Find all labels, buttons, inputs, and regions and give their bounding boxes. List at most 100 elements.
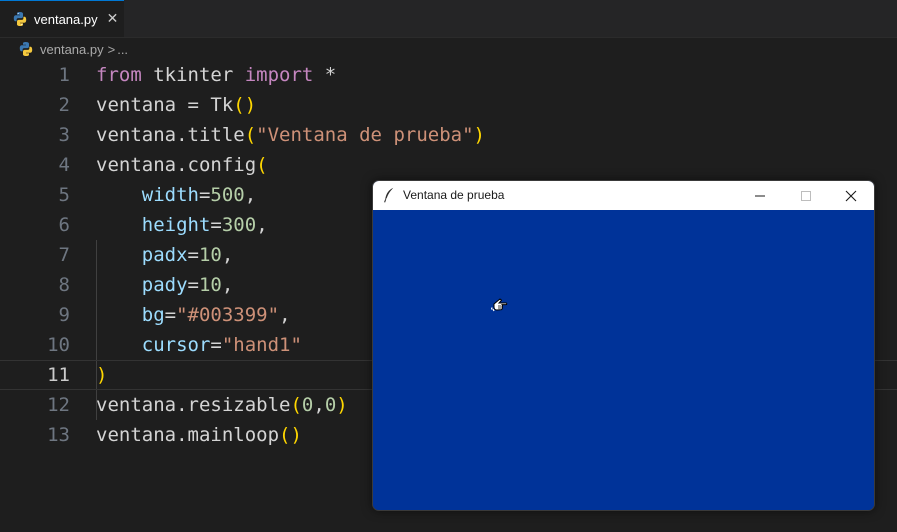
code-text: ventana.title("Ventana de prueba")	[96, 120, 485, 150]
code-token: =	[187, 244, 199, 266]
code-token: ventana.mainloop	[96, 424, 280, 446]
code-token: from	[96, 64, 142, 86]
code-text: bg="#003399",	[96, 300, 291, 330]
code-token: cursor	[141, 334, 211, 356]
code-text: height=300,	[96, 210, 268, 240]
code-token: import	[244, 64, 314, 86]
line-number: 1	[58, 64, 70, 86]
code-token: "#003399"	[176, 304, 280, 326]
line-number: 12	[47, 394, 70, 416]
code-token: =	[187, 274, 199, 296]
line-number: 6	[58, 214, 70, 236]
code-token: 10	[198, 274, 222, 296]
close-button[interactable]	[828, 181, 874, 210]
code-token: 10	[198, 244, 222, 266]
code-text: from tkinter import *	[96, 60, 336, 90]
tk-window[interactable]: Ventana de prueba	[372, 180, 875, 511]
hand-pointer-icon	[490, 296, 511, 318]
line-number: 10	[47, 334, 70, 356]
feather-icon	[383, 187, 395, 207]
code-line[interactable]: 4 ventana.config(	[0, 150, 897, 180]
code-token: width	[141, 184, 199, 206]
minimize-button[interactable]	[737, 181, 783, 210]
code-token: ventana = Tk	[96, 94, 234, 116]
line-number: 7	[58, 244, 70, 266]
tk-window-title: Ventana de prueba	[403, 188, 505, 202]
code-token: 300	[221, 214, 257, 236]
close-tab-icon[interactable]: ✕	[107, 11, 119, 27]
code-token: tkinter	[141, 64, 245, 86]
code-token: (	[290, 394, 302, 416]
code-token: ()	[233, 94, 257, 116]
code-token: ,	[221, 244, 234, 266]
maximize-button[interactable]	[783, 181, 829, 210]
code-token: =	[164, 304, 177, 326]
code-token: ,	[244, 184, 257, 206]
breadcrumb-separator: >	[107, 41, 116, 57]
code-token: bg	[141, 304, 165, 326]
code-token: "Ventana de prueba"	[256, 124, 474, 146]
breadcrumb: ventana.py > ...	[18, 38, 128, 60]
code-token: ventana.config	[96, 154, 257, 176]
code-token: ,	[256, 214, 268, 236]
breadcrumb-more[interactable]: ...	[117, 42, 128, 57]
code-token: *	[313, 64, 337, 86]
code-text: ventana.resizable(0,0)	[96, 390, 348, 420]
breadcrumb-file[interactable]: ventana.py	[40, 42, 104, 57]
code-token: 0	[301, 394, 314, 416]
code-text: ventana = Tk()	[96, 90, 256, 120]
code-token: (	[256, 154, 268, 176]
code-token: =	[198, 184, 211, 206]
code-token: )	[336, 394, 348, 416]
editor-tab-bar: ventana.py ✕	[0, 0, 897, 38]
code-token: 0	[324, 394, 337, 416]
code-token: padx	[141, 244, 188, 266]
tk-titlebar[interactable]: Ventana de prueba	[373, 181, 874, 210]
line-number: 9	[58, 304, 70, 326]
tab-label: ventana.py	[34, 11, 98, 27]
code-token: ,	[313, 394, 325, 416]
maximize-icon	[801, 190, 811, 201]
code-text: width=500,	[96, 180, 256, 210]
line-number: 5	[58, 184, 70, 206]
code-token: ,	[221, 274, 234, 296]
tab-ventana-py[interactable]: ventana.py ✕	[0, 0, 124, 37]
code-line[interactable]: 1 from tkinter import *	[0, 60, 897, 90]
python-icon	[12, 11, 28, 27]
code-text: )	[96, 361, 107, 389]
code-token: height	[141, 214, 211, 236]
line-number: 8	[58, 274, 70, 296]
minimize-icon	[755, 195, 765, 196]
code-token: =	[210, 334, 222, 356]
code-token: ,	[279, 304, 291, 326]
code-text: padx=10,	[96, 240, 234, 270]
code-token: ventana.resizable	[96, 394, 291, 416]
line-number: 13	[47, 424, 70, 446]
python-icon	[18, 41, 34, 57]
code-line[interactable]: 3 ventana.title("Ventana de prueba")	[0, 120, 897, 150]
code-token: "hand1"	[221, 334, 302, 356]
line-number: 2	[58, 94, 70, 116]
code-text: pady=10,	[96, 270, 234, 300]
code-token: (	[244, 124, 257, 146]
code-text: ventana.config(	[96, 150, 268, 180]
line-number: 11	[47, 364, 70, 386]
code-token: ()	[279, 424, 302, 446]
code-token: )	[473, 124, 485, 146]
code-text: ventana.mainloop()	[96, 420, 302, 450]
code-token: pady	[141, 274, 188, 296]
code-token: 500	[210, 184, 245, 206]
code-text: cursor="hand1"	[96, 330, 302, 360]
code-token: ventana.title	[96, 124, 245, 146]
line-number: 3	[58, 124, 70, 146]
code-token: =	[210, 214, 222, 236]
tk-window-body[interactable]	[373, 210, 874, 510]
code-line[interactable]: 2 ventana = Tk()	[0, 90, 897, 120]
line-number: 4	[58, 154, 70, 176]
